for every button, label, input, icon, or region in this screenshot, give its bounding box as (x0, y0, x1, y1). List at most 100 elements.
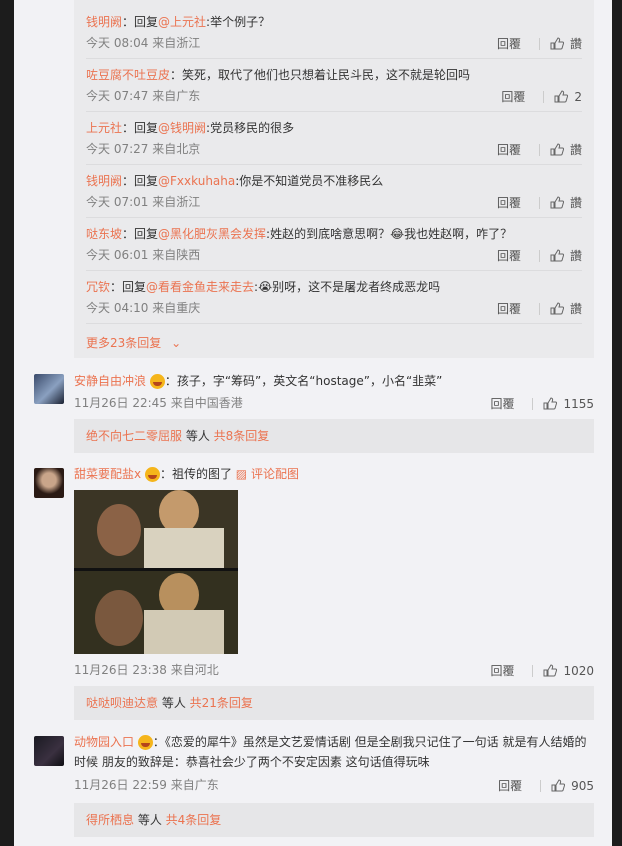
thumb-up-icon[interactable] (550, 143, 564, 156)
comment-meta-row: 11月26日 23:38 来自河北 回覆 1020 (74, 659, 594, 681)
comment-text-continued: 时候 朋友的致辞是：恭喜社会少了两个不安定因素 这句话值得玩味 (74, 755, 430, 769)
sub-reply-user[interactable]: 上元社 (86, 121, 122, 135)
reply-word: ：回复 (110, 280, 147, 294)
comment-picture-link[interactable]: 评论配图 (251, 467, 299, 481)
divider (86, 323, 582, 324)
sub-reply-summary[interactable]: 哒哒呗迪达意 等人 共21条回复 (74, 686, 594, 720)
comment-user[interactable]: 甜菜要配盐x (74, 467, 141, 481)
comment-text: ：祖传的图了 (159, 467, 232, 481)
sub-reply-mid: 等人 (182, 429, 214, 443)
divider (538, 249, 540, 262)
divider (540, 779, 542, 792)
like-count: 讚 (569, 36, 582, 51)
sub-reply: 钱明阙：回复@上元社:举个例子？ 今天 08:04 来自浙江 回覆 讚 (86, 12, 582, 54)
comment-user[interactable]: 安静自由冲浪 (74, 374, 146, 388)
reply-word: ：回复 (122, 121, 159, 135)
mention-link[interactable]: @看看金鱼走来走去 (146, 280, 254, 294)
sub-reply-count[interactable]: 共4条回复 (166, 813, 222, 827)
sub-reply-summary[interactable]: 绝不向七二零屈服 等人 共8条回复 (74, 419, 594, 453)
divider (86, 270, 582, 271)
thumb-up-icon[interactable] (543, 664, 558, 677)
comment: 甜菜要配盐x ：祖传的图了 ▨ 评论配图 (74, 465, 594, 483)
divider (86, 217, 582, 218)
sub-reply-user[interactable]: 咗豆腐不吐豆皮 (86, 68, 170, 82)
avatar[interactable] (34, 374, 64, 404)
reply-button[interactable]: 回覆 (490, 393, 514, 415)
divider (543, 90, 545, 103)
mention-link[interactable]: @Fxxkuhaha (158, 174, 235, 188)
sub-reply-user[interactable]: 得所栖息 (86, 813, 134, 827)
reply-button[interactable]: 回覆 (490, 660, 514, 682)
comment: 安静自由冲浪 ：孩子，字“筹码”，英文名“hostage”，小名“韭菜” 11月… (74, 372, 594, 414)
thumb-up-icon[interactable] (550, 249, 564, 262)
comment-image[interactable] (74, 490, 238, 654)
sub-reply-text: :你是不知道党员不准移民么 (235, 174, 384, 188)
sub-reply-mid: 等人 (158, 696, 190, 710)
like-count: 1020 (563, 663, 594, 678)
sub-reply: 哒东坡：回复@黑化肥灰黑会发挥:姓赵的到底啥意思啊？😂我也姓赵啊，咋了？ 今天 … (86, 224, 582, 266)
divider (538, 143, 540, 156)
avatar[interactable] (34, 736, 64, 766)
sub-reply-user[interactable]: 哒东坡 (86, 227, 122, 241)
divider (538, 302, 540, 315)
sub-reply-user[interactable]: 冗钦 (86, 280, 110, 294)
sub-reply-user[interactable]: 钱明阙 (86, 15, 122, 29)
reply-button[interactable]: 回覆 (497, 245, 521, 267)
sub-reply-time: 今天 08:04 来自浙江 (86, 36, 201, 50)
sub-reply-time: 今天 06:01 来自陕西 (86, 248, 201, 262)
sub-reply-text: :举个例子？ (206, 15, 271, 29)
vip-badge-icon (149, 374, 165, 389)
sub-reply-text: :😭别呀，这不是屠龙者终成恶龙吗 (254, 280, 441, 294)
sub-reply-count[interactable]: 共21条回复 (190, 696, 253, 710)
thumb-up-icon[interactable] (550, 196, 564, 209)
comment-time: 11月26日 22:59 来自广东 (74, 778, 219, 792)
sub-reply-user[interactable]: 钱明阙 (86, 174, 122, 188)
thumb-up-icon[interactable] (554, 90, 569, 103)
reply-button[interactable]: 回覆 (497, 33, 521, 55)
picture-icon: ▨ (235, 467, 248, 481)
mention-link[interactable]: @钱明阙 (158, 121, 206, 135)
mention-link[interactable]: @上元社 (158, 15, 206, 29)
like-count: 讚 (569, 142, 582, 157)
reply-button[interactable]: 回覆 (497, 139, 521, 161)
reply-button[interactable]: 回覆 (497, 298, 521, 320)
sub-reply-user[interactable]: 绝不向七二零屈服 (86, 429, 182, 443)
sub-reply-text: :姓赵的到底啥意思啊？😂我也姓赵啊，咋了？ (266, 227, 513, 241)
comment: 动物园入口 ：《恋爱的犀牛》虽然是文艺爱情话剧 但是全剧我只记住了一句话 就是有… (74, 733, 594, 796)
comment-time: 11月26日 23:38 来自河北 (74, 663, 219, 677)
movie-still-image (74, 490, 238, 654)
thumb-up-icon[interactable] (551, 779, 566, 792)
like-count: 讚 (569, 248, 582, 263)
sub-reply-mid: 等人 (134, 813, 166, 827)
reply-word: ：回复 (122, 15, 159, 29)
more-replies-label: 更多23条回复 (86, 336, 162, 350)
comment-text: ：《恋爱的犀牛》虽然是文艺爱情话剧 但是全剧我只记住了一句话 就是有人结婚的 (152, 735, 587, 749)
divider (538, 196, 540, 209)
chevron-down-icon: ⌄ (171, 336, 182, 350)
mention-link[interactable]: @黑化肥灰黑会发挥 (158, 227, 266, 241)
reply-word: ：回复 (122, 227, 159, 241)
sub-reply-time: 今天 04:10 来自重庆 (86, 301, 201, 315)
sub-reply: 冗钦：回复@看看金鱼走来走去:😭别呀，这不是屠龙者终成恶龙吗 今天 04:10 … (86, 277, 582, 319)
avatar[interactable] (34, 468, 64, 498)
sub-reply: 上元社：回复@钱明阙:党员移民的很多 今天 07:27 来自北京 回覆 讚 (86, 118, 582, 160)
thumb-up-icon[interactable] (543, 397, 558, 410)
reply-button[interactable]: 回覆 (501, 86, 525, 108)
sub-reply-summary[interactable]: 得所栖息 等人 共4条回复 (74, 803, 594, 837)
reply-button[interactable]: 回覆 (498, 775, 522, 797)
thumb-up-icon[interactable] (550, 37, 564, 50)
sub-reply-time: 今天 07:27 来自北京 (86, 142, 201, 156)
more-replies-link[interactable]: 更多23条回复 ⌄ (86, 334, 181, 351)
sub-reply-time: 今天 07:01 来自浙江 (86, 195, 201, 209)
divider (532, 397, 534, 410)
comment-user[interactable]: 动物园入口 (74, 735, 134, 749)
like-count: 1155 (563, 396, 594, 411)
reply-word: ：回复 (122, 174, 159, 188)
sub-reply-time: 今天 07:47 来自广东 (86, 89, 201, 103)
sub-reply-user[interactable]: 哒哒呗迪达意 (86, 696, 158, 710)
sub-reply-count[interactable]: 共8条回复 (214, 429, 270, 443)
thumb-up-icon[interactable] (550, 302, 564, 315)
reply-button[interactable]: 回覆 (497, 192, 521, 214)
divider (86, 111, 582, 112)
like-count: 讚 (569, 301, 582, 316)
